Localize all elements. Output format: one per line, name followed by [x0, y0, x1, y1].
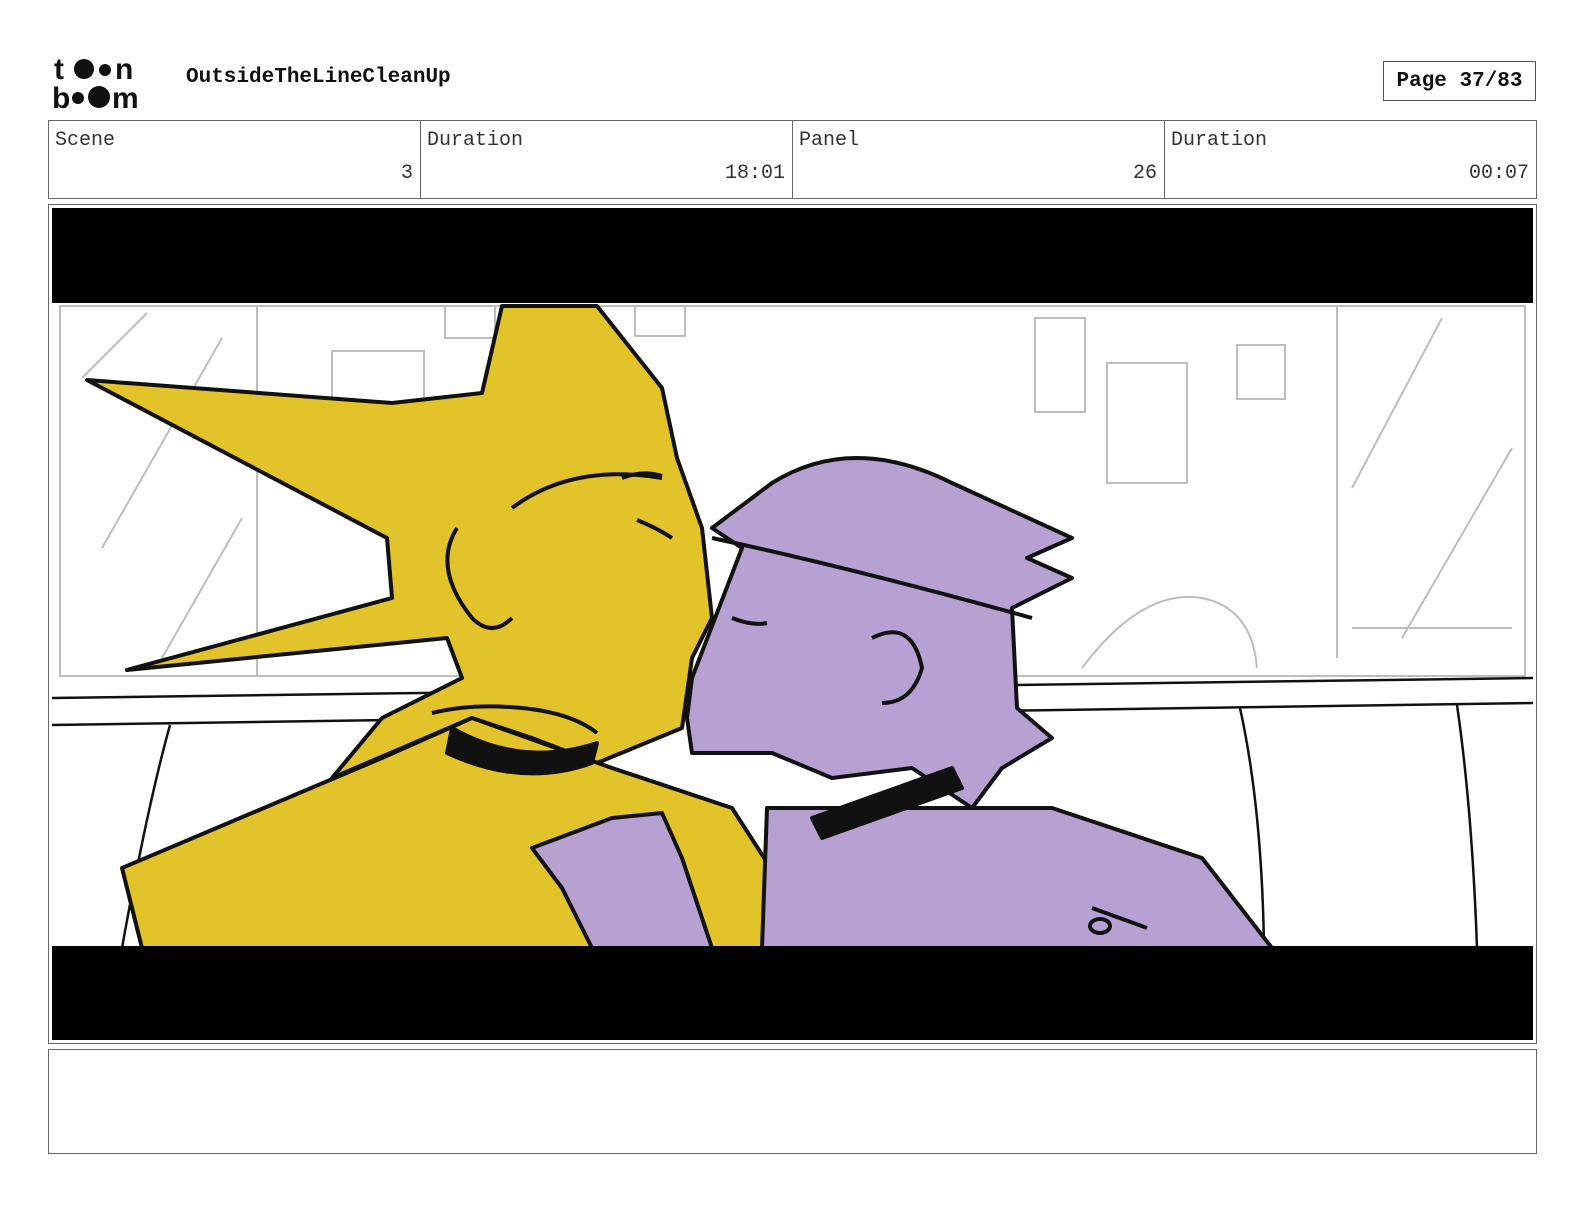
panel-artwork [52, 208, 1533, 1040]
letterbox-bottom [52, 946, 1533, 1040]
scene-duration-cell: Duration 18:01 [421, 121, 793, 198]
scene-info-row: Scene 3 Duration 18:01 Panel 26 Duration… [48, 120, 1537, 199]
svg-text:m: m [112, 82, 139, 110]
panel-duration-value: 00:07 [1468, 162, 1529, 185]
panel-value: 26 [1132, 162, 1157, 185]
panel-duration-cell: Duration 00:07 [1165, 121, 1536, 198]
letterbox-top [52, 208, 1533, 303]
panel-duration-label: Duration [1171, 129, 1268, 152]
scene-cell: Scene 3 [49, 121, 421, 198]
scene-value: 3 [400, 162, 413, 185]
scene-duration-label: Duration [427, 129, 524, 152]
scene-duration-value: 18:01 [724, 162, 785, 185]
panel-label: Panel [799, 129, 860, 152]
storyboard-panel [48, 204, 1537, 1044]
panel-cell: Panel 26 [793, 121, 1165, 198]
svg-text:b: b [52, 82, 70, 110]
toonboom-logo: t n b m [52, 53, 139, 110]
panel-notes-box [48, 1049, 1537, 1154]
scene-label: Scene [55, 129, 116, 152]
project-title: OutsideTheLineCleanUp [186, 66, 451, 89]
page-indicator: Page 37/83 [1383, 61, 1536, 101]
